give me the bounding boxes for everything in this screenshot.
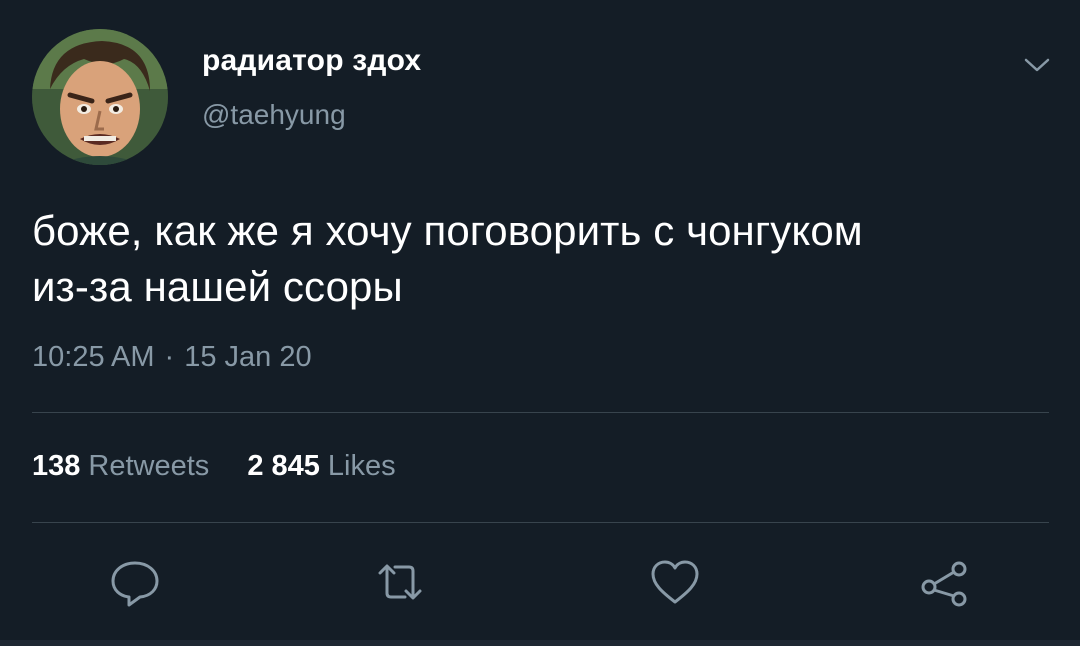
chevron-down-icon[interactable]	[1022, 54, 1052, 76]
retweet-icon[interactable]	[373, 555, 427, 609]
tweet-text-line-1: боже, как же я хочу поговорить с чонгуко…	[32, 207, 863, 254]
tweet-text: боже, как же я хочу поговорить с чонгуко…	[32, 203, 1042, 315]
timestamp[interactable]: 10:25 AM · 15 Jan 20	[32, 341, 312, 374]
retweets-stat[interactable]: 138 Retweets	[32, 450, 209, 483]
tweet-date: 15 Jan 20	[184, 341, 312, 373]
avatar-illustration	[32, 29, 168, 165]
divider	[32, 522, 1049, 523]
heart-icon[interactable]	[648, 555, 702, 609]
tweet-detail: радиатор здох @taehyung боже, как же я х…	[0, 0, 1080, 646]
divider	[32, 412, 1049, 413]
reply-icon[interactable]	[108, 555, 162, 609]
display-name[interactable]: радиатор здох	[202, 44, 421, 78]
timestamp-separator: ·	[164, 341, 175, 373]
share-icon[interactable]	[917, 555, 971, 609]
likes-label: Likes	[327, 450, 396, 482]
engagement-stats: 138 Retweets 2 845 Likes	[32, 450, 426, 483]
tweet-time: 10:25 AM	[32, 341, 155, 373]
retweets-count: 138	[32, 450, 81, 482]
user-handle[interactable]: @taehyung	[202, 99, 346, 131]
avatar[interactable]	[32, 29, 168, 165]
bottom-edge	[0, 640, 1080, 646]
tweet-text-line-2: из-за нашей ссоры	[32, 263, 403, 310]
likes-stat[interactable]: 2 845 Likes	[247, 450, 395, 483]
likes-count: 2 845	[247, 450, 320, 482]
retweets-label: Retweets	[88, 450, 210, 482]
